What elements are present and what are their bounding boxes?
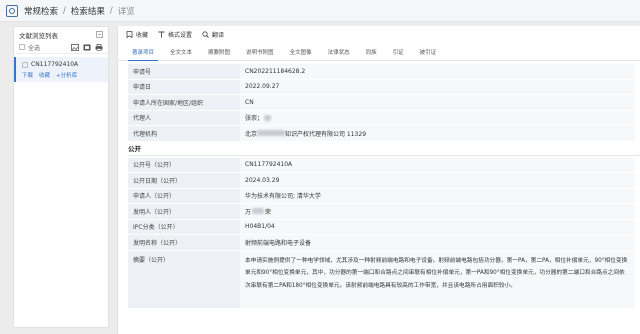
field-label: 发明名称（公开） <box>128 235 240 250</box>
translate-button[interactable]: 翻译 <box>202 30 224 39</box>
image-view-icon[interactable] <box>71 43 79 51</box>
item-publication-number[interactable]: CN117792410A <box>31 61 78 68</box>
table-row: 申请日 2022.09.27 <box>128 79 635 95</box>
application-info-table: 申请号 CN202211184628.2 申请日 2022.09.27 申请人所… <box>128 64 635 142</box>
field-label: 代理机构 <box>128 126 240 141</box>
download-icon[interactable] <box>83 44 91 51</box>
field-label: 公开日期（公开） <box>128 173 240 188</box>
field-value: 2024.03.29 <box>240 173 635 188</box>
field-label: 申请号 <box>128 64 240 79</box>
agent-name: 张崇； <box>245 115 264 123</box>
document-list-panel: 文献浏览列表 全选 CN117792410A 下载 收藏 +分析库 <box>13 26 109 328</box>
redacted-text <box>257 130 286 137</box>
tab-cited-by[interactable]: 被引证 <box>412 48 445 60</box>
breadcrumb-separator: / <box>63 5 66 16</box>
table-row: 公开号（公开） CN117792410A <box>128 157 635 173</box>
document-list-title: 文献浏览列表 <box>19 31 58 40</box>
redacted-text <box>252 208 265 215</box>
tab-bibliographic[interactable]: 著录项目 <box>124 48 162 61</box>
detail-toolbar: 收藏 格式设置 翻译 <box>118 26 640 43</box>
tab-abstract-figure[interactable]: 摘要附图 <box>200 48 238 60</box>
field-value: 射频前端电路和电子设备 <box>240 235 635 250</box>
table-row: 申请人所在国家/地区/组织 CN <box>128 95 635 111</box>
field-value: CN117792410A <box>240 157 635 172</box>
text-format-icon <box>158 31 165 38</box>
tab-family[interactable]: 同族 <box>358 48 385 60</box>
table-row: IPC分类（公开） H04B1/04 <box>128 219 635 235</box>
item-checkbox[interactable] <box>22 61 28 68</box>
field-value: 华为技术有限公司; 清华大学 <box>240 188 635 203</box>
table-row: 代理人 张崇； <box>128 110 635 126</box>
tab-description-figures[interactable]: 说明书附图 <box>238 48 282 60</box>
collapse-panel-icon[interactable] <box>96 31 103 38</box>
tab-full-text[interactable]: 全文文本 <box>162 48 200 60</box>
add-to-analysis-link[interactable]: +分析库 <box>56 71 77 79</box>
format-settings-label: 格式设置 <box>168 32 193 39</box>
favorite-button[interactable]: 收藏 <box>126 30 148 39</box>
translate-label: 翻译 <box>212 32 225 39</box>
field-value: 张崇； <box>240 110 635 125</box>
favorite-label: 收藏 <box>136 32 149 39</box>
breadcrumb-separator: / <box>109 5 113 16</box>
tab-legal-status[interactable]: 法律状态 <box>320 48 358 60</box>
publication-info-table: 公开号（公开） CN117792410A 公开日期（公开） 2024.03.29… <box>128 157 635 309</box>
download-link[interactable]: 下载 <box>22 71 33 79</box>
field-value: CN202211184628.2 <box>240 64 635 79</box>
inventor-prefix: 万 <box>245 208 252 216</box>
table-row: 代理机构 北京 知识产权代理有限公司 11329 <box>128 126 635 142</box>
field-value: H04B1/04 <box>240 219 635 234</box>
field-label: 摘要（公开） <box>128 250 240 308</box>
tab-full-image[interactable]: 全文图像 <box>282 48 320 60</box>
favorite-link[interactable]: 收藏 <box>39 71 50 79</box>
bookmark-icon <box>126 31 133 38</box>
breadcrumb-results[interactable]: 检索结果 <box>71 5 105 17</box>
field-label: 申请日 <box>128 79 240 94</box>
breadcrumb-root[interactable]: 常规检索 <box>24 5 58 17</box>
table-row: 摘要（公开） 本申请实施例提供了一种电学领域，尤其涉及一种射频前端电路和电子设备… <box>128 250 635 309</box>
tab-citations[interactable]: 引证 <box>385 48 412 60</box>
select-all-checkbox[interactable] <box>19 44 25 50</box>
agency-suffix: 知识产权代理有限公司 11329 <box>285 130 367 138</box>
top-bar: 常规检索 / 检索结果 / 详览 <box>0 0 640 22</box>
translate-icon <box>202 31 209 38</box>
format-settings-button[interactable]: 格式设置 <box>158 30 192 39</box>
field-label: 发明人（公开） <box>128 204 240 219</box>
field-value: 万荣 <box>240 204 635 219</box>
redacted-text <box>264 114 272 121</box>
agency-prefix: 北京 <box>245 130 258 138</box>
abstract-text: 本申请实施例提供了一种电学领域，尤其涉及一种射频前端电路和电子设备。射频前端电路… <box>240 250 635 308</box>
field-label: 代理人 <box>128 110 240 125</box>
table-row: 公开日期（公开） 2024.03.29 <box>128 173 635 189</box>
field-label: 申请人所在国家/地区/组织 <box>128 95 240 110</box>
inventor-suffix: 荣 <box>265 208 272 216</box>
detail-tabs: 著录项目 全文文本 摘要附图 说明书附图 全文图像 法律状态 同族 引证 被引证 <box>118 47 640 61</box>
section-heading-publication: 公开 <box>128 142 640 156</box>
detail-panel: 收藏 格式设置 翻译 著录项目 全文文本 摘要附图 说明书附图 全文图像 法律状… <box>117 26 640 334</box>
field-value: 2022.09.27 <box>240 79 635 94</box>
field-label: 申请人（公开） <box>128 188 240 203</box>
field-value: CN <box>240 95 635 110</box>
table-row: 申请人（公开） 华为技术有限公司; 清华大学 <box>128 188 635 204</box>
breadcrumb: 常规检索 / 检索结果 / 详览 <box>24 5 135 17</box>
table-row: 发明人（公开） 万荣 <box>128 204 635 220</box>
table-row: 发明名称（公开） 射频前端电路和电子设备 <box>128 235 635 251</box>
print-icon[interactable] <box>95 43 103 51</box>
field-label: IPC分类（公开） <box>128 219 240 234</box>
list-item[interactable]: CN117792410A 下载 收藏 +分析库 <box>14 57 108 82</box>
breadcrumb-current: 详览 <box>117 6 135 17</box>
select-all-label: 全选 <box>28 44 41 52</box>
field-label: 公开号（公开） <box>128 157 240 172</box>
field-value: 北京 知识产权代理有限公司 11329 <box>240 126 635 141</box>
search-logo-icon <box>6 4 18 17</box>
table-row: 申请号 CN202211184628.2 <box>128 64 635 80</box>
